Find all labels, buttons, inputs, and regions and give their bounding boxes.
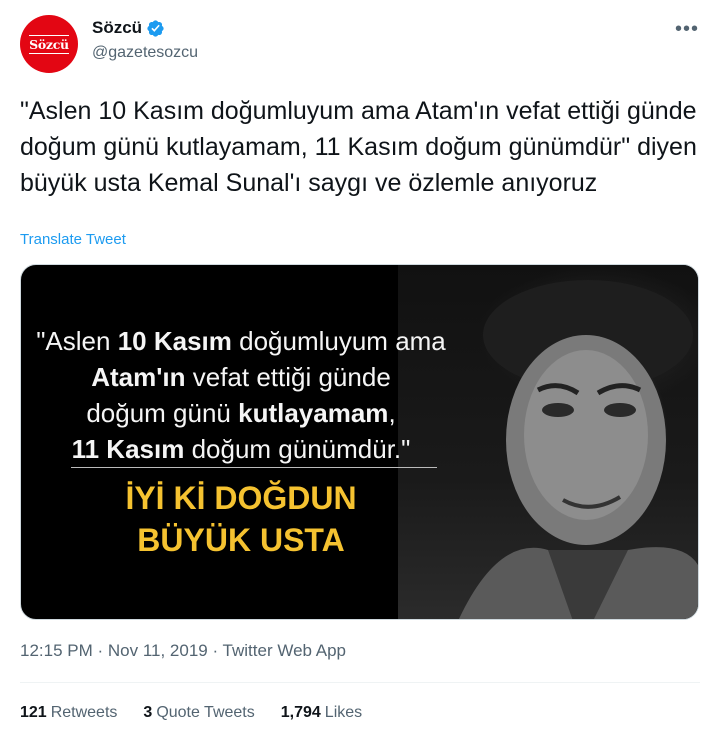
quote-line: "Aslen 10 Kasım doğumluyum ama [36, 326, 446, 356]
avatar-logo-text: Sözcü [29, 34, 69, 54]
media-headline: İYİ Kİ DOĞDUN BÜYÜK USTA [21, 477, 461, 561]
quote-line: 11 Kasım doğum günümdür." [71, 434, 411, 464]
avatar[interactable]: Sözcü [20, 15, 78, 73]
tweet-card: Sözcü Sözcü @gazetesozcu ••• "Aslen 10 K… [0, 0, 721, 743]
divider [20, 682, 700, 683]
translate-tweet-link[interactable]: Translate Tweet [20, 231, 126, 248]
tweet-text: "Aslen 10 Kasım doğumluyum ama Atam'ın v… [20, 97, 697, 197]
quote-tweets-stat[interactable]: 3 Quote Tweets [143, 704, 254, 722]
display-name[interactable]: Sözcü [92, 18, 142, 38]
author-handle[interactable]: @gazetesozcu [92, 44, 198, 62]
quote-line: doğum günü kutlayamam, [86, 398, 396, 428]
tweet-stats: 121 Retweets 3 Quote Tweets 1,794 Likes [20, 704, 388, 722]
headline-line-1: İYİ Kİ DOĞDUN [125, 480, 357, 516]
tweet-timestamp[interactable]: 12:15 PM · Nov 11, 2019 · Twitter Web Ap… [20, 641, 346, 661]
tweet-media-image[interactable]: "Aslen 10 Kasım doğumluyum ama Atam'ın v… [20, 264, 699, 620]
headline-line-2: BÜYÜK USTA [137, 522, 345, 558]
media-quote: "Aslen 10 Kasım doğumluyum ama Atam'ın v… [21, 323, 461, 467]
verified-badge-icon [147, 19, 164, 37]
media-divider [71, 467, 437, 468]
quote-line: Atam'ın vefat ettiği günde [91, 362, 391, 392]
likes-stat[interactable]: 1,794 Likes [281, 704, 362, 722]
author-name-row[interactable]: Sözcü [92, 18, 165, 38]
retweets-stat[interactable]: 121 Retweets [20, 704, 117, 722]
more-options-icon[interactable]: ••• [675, 18, 699, 41]
